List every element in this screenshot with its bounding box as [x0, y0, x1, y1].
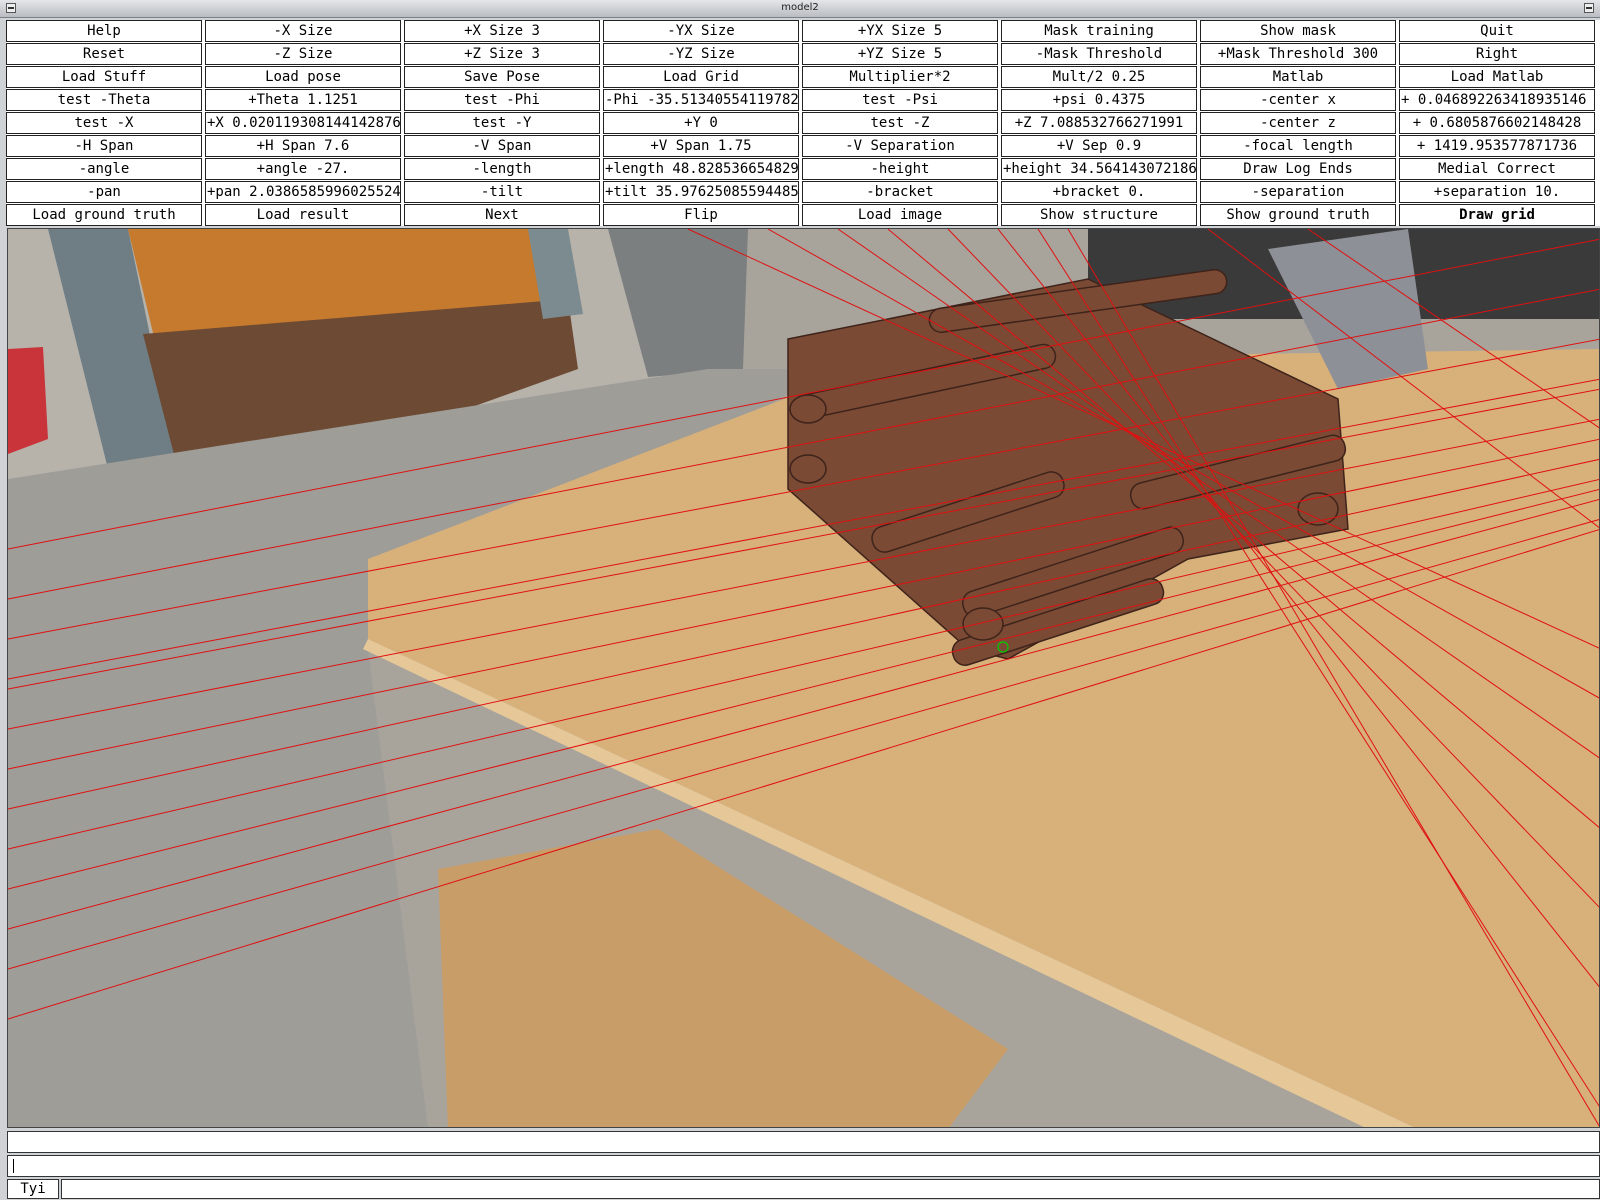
- button-mask-threshold[interactable]: -Mask Threshold: [1001, 43, 1197, 65]
- button-angle[interactable]: -angle: [6, 158, 202, 180]
- button-yz-size[interactable]: -YZ Size: [603, 43, 799, 65]
- scene-image: [8, 229, 1599, 1127]
- button-yz-size-5[interactable]: +YZ Size 5: [802, 43, 998, 65]
- window-title: model2: [781, 2, 819, 13]
- button-show-mask[interactable]: Show mask: [1200, 20, 1396, 42]
- button-draw-log-ends[interactable]: Draw Log Ends: [1200, 158, 1396, 180]
- button-length-48-82853665482905[interactable]: +length 48.82853665482905: [603, 158, 799, 180]
- button-load-matlab[interactable]: Load Matlab: [1399, 66, 1595, 88]
- camera-image-view[interactable]: [7, 228, 1600, 1128]
- button-v-separation[interactable]: -V Separation: [802, 135, 998, 157]
- control-button-grid: Help -X Size +X Size 3 -YX Size +YX Size 5 Ma…: [6, 20, 1600, 226]
- button-reset[interactable]: Reset: [6, 43, 202, 65]
- button-load-image[interactable]: Load image: [802, 204, 998, 226]
- button-test-y[interactable]: test -Y: [404, 112, 600, 134]
- command-input[interactable]: [7, 1155, 1600, 1177]
- button-0-6805876602148428[interactable]: + 0.6805876602148428: [1399, 112, 1595, 134]
- button-phi-35-51340554119782[interactable]: -Phi -35.51340554119782: [603, 89, 799, 111]
- red-object: [8, 347, 48, 454]
- button-load-result[interactable]: Load result: [205, 204, 401, 226]
- button-show-ground-truth[interactable]: Show ground truth: [1200, 204, 1396, 226]
- button-mult-2-0-25[interactable]: Mult/2 0.25: [1001, 66, 1197, 88]
- button-medial-correct[interactable]: Medial Correct: [1399, 158, 1595, 180]
- window-title-bar[interactable]: model2: [0, 0, 1600, 18]
- button-bracket[interactable]: -bracket: [802, 181, 998, 203]
- text-cursor: [13, 1159, 14, 1173]
- button-draw-grid[interactable]: Draw grid: [1399, 204, 1595, 226]
- button-yx-size-5[interactable]: +YX Size 5: [802, 20, 998, 42]
- button-v-span-1-75[interactable]: +V Span 1.75: [603, 135, 799, 157]
- button-pan[interactable]: -pan: [6, 181, 202, 203]
- button-1419-953577871736[interactable]: + 1419.953577871736: [1399, 135, 1595, 157]
- button-load-ground-truth[interactable]: Load ground truth: [6, 204, 202, 226]
- button-show-structure[interactable]: Show structure: [1001, 204, 1197, 226]
- button-separation[interactable]: -separation: [1200, 181, 1396, 203]
- button-v-sep-0-9[interactable]: +V Sep 0.9: [1001, 135, 1197, 157]
- button-yx-size[interactable]: -YX Size: [603, 20, 799, 42]
- button-right[interactable]: Right: [1399, 43, 1595, 65]
- button-x-size[interactable]: -X Size: [205, 20, 401, 42]
- button-z-size[interactable]: -Z Size: [205, 43, 401, 65]
- button-pan-2-0386585996025524[interactable]: +pan 2.0386585996025524: [205, 181, 401, 203]
- button-multiplier-2[interactable]: Multiplier*2: [802, 66, 998, 88]
- button-height[interactable]: -height: [802, 158, 998, 180]
- button-tilt[interactable]: -tilt: [404, 181, 600, 203]
- button-help[interactable]: Help: [6, 20, 202, 42]
- button-x-0-020119308144142876[interactable]: +X 0.020119308144142876: [205, 112, 401, 134]
- mode-field[interactable]: [61, 1179, 1600, 1199]
- button-height-34-56414307218686[interactable]: +height 34.56414307218686: [1001, 158, 1197, 180]
- button-y-0[interactable]: +Y 0: [603, 112, 799, 134]
- button-quit[interactable]: Quit: [1399, 20, 1595, 42]
- button-load-pose[interactable]: Load pose: [205, 66, 401, 88]
- button-x-size-3[interactable]: +X Size 3: [404, 20, 600, 42]
- button-v-span[interactable]: -V Span: [404, 135, 600, 157]
- minimize-icon[interactable]: [1584, 3, 1594, 13]
- button-test-phi[interactable]: test -Phi: [404, 89, 600, 111]
- button-test-theta[interactable]: test -Theta: [6, 89, 202, 111]
- button-save-pose[interactable]: Save Pose: [404, 66, 600, 88]
- button-h-span[interactable]: -H Span: [6, 135, 202, 157]
- button-focal-length[interactable]: -focal length: [1200, 135, 1396, 157]
- button-load-grid[interactable]: Load Grid: [603, 66, 799, 88]
- button-separation-10[interactable]: +separation 10.: [1399, 181, 1595, 203]
- button-mask-threshold-300[interactable]: +Mask Threshold 300: [1200, 43, 1396, 65]
- button-center-z[interactable]: -center z: [1200, 112, 1396, 134]
- button-z-7-088532766271991[interactable]: +Z 7.088532766271991: [1001, 112, 1197, 134]
- button-0-046892263418935146[interactable]: + 0.046892263418935146: [1399, 89, 1595, 111]
- button-matlab[interactable]: Matlab: [1200, 66, 1396, 88]
- status-bar: [7, 1131, 1600, 1153]
- button-load-stuff[interactable]: Load Stuff: [6, 66, 202, 88]
- button-test-x[interactable]: test -X: [6, 112, 202, 134]
- button-test-psi[interactable]: test -Psi: [802, 89, 998, 111]
- button-tilt-35-976250855944855[interactable]: +tilt 35.976250855944855: [603, 181, 799, 203]
- button-h-span-7-6[interactable]: +H Span 7.6: [205, 135, 401, 157]
- button-theta-1-1251[interactable]: +Theta 1.1251: [205, 89, 401, 111]
- button-length[interactable]: -length: [404, 158, 600, 180]
- button-psi-0-4375[interactable]: +psi 0.4375: [1001, 89, 1197, 111]
- button-mask-training[interactable]: Mask training: [1001, 20, 1197, 42]
- button-test-z[interactable]: test -Z: [802, 112, 998, 134]
- button-center-x[interactable]: -center x: [1200, 89, 1396, 111]
- button-bracket-0[interactable]: +bracket 0.: [1001, 181, 1197, 203]
- button-flip[interactable]: Flip: [603, 204, 799, 226]
- button-angle-27[interactable]: +angle -27.: [205, 158, 401, 180]
- button-z-size-3[interactable]: +Z Size 3: [404, 43, 600, 65]
- button-next[interactable]: Next: [404, 204, 600, 226]
- mode-label: Tyi: [7, 1179, 59, 1199]
